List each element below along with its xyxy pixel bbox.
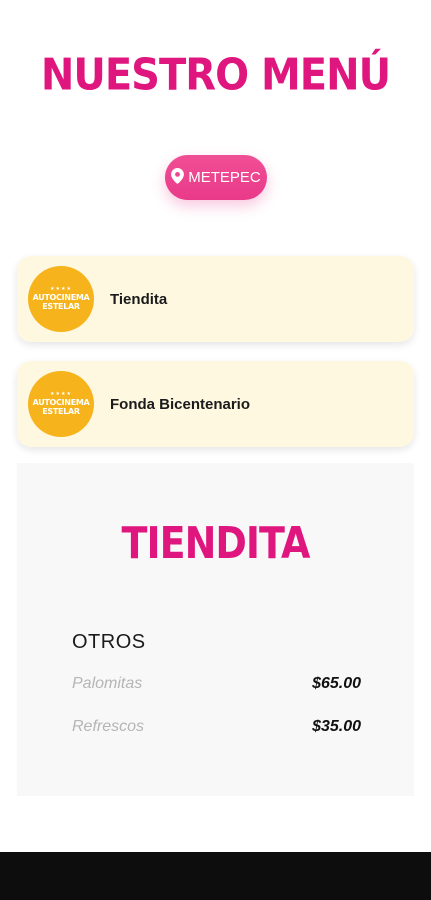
menu-item-price: $65.00 [312, 675, 361, 692]
map-pin-icon [171, 167, 185, 188]
menu-item-name: Refrescos [72, 718, 145, 735]
logo-text-line1: AUTOCINEMA [32, 398, 90, 407]
vendor-logo: ★★★★ AUTOCINEMA ESTELAR [28, 266, 94, 332]
menu-item-price: $35.00 [312, 718, 361, 735]
menu-title: TIENDITA [121, 517, 311, 569]
page-title: NUESTRO MENÚ [40, 49, 391, 101]
logo-text-line2: ESTELAR [42, 302, 80, 311]
vendor-name: Fonda Bicentenario [110, 395, 251, 413]
menu-panel: TIENDITA OTROS Palomitas $65.00 Refresco… [17, 463, 414, 796]
menu-category-title: OTROS [72, 631, 146, 653]
location-label: METEPEC [188, 169, 261, 186]
menu-item: Palomitas $65.00 [72, 675, 361, 693]
system-navigation-bar [0, 852, 431, 900]
vendor-logo: ★★★★ AUTOCINEMA ESTELAR [28, 371, 94, 437]
location-button[interactable]: METEPEC [165, 155, 267, 200]
menu-item: Refrescos $35.00 [72, 718, 361, 736]
logo-text-line2: ESTELAR [42, 407, 80, 416]
vendor-name: Tiendita [110, 290, 168, 308]
vendor-card-tiendita[interactable]: ★★★★ AUTOCINEMA ESTELAR Tiendita [17, 256, 414, 342]
menu-item-name: Palomitas [72, 675, 143, 692]
logo-text-line1: AUTOCINEMA [32, 293, 90, 302]
logo-stars: ★★★★ [50, 391, 72, 397]
vendor-card-fonda-bicentenario[interactable]: ★★★★ AUTOCINEMA ESTELAR Fonda Bicentenar… [17, 361, 414, 447]
logo-stars: ★★★★ [50, 286, 72, 292]
